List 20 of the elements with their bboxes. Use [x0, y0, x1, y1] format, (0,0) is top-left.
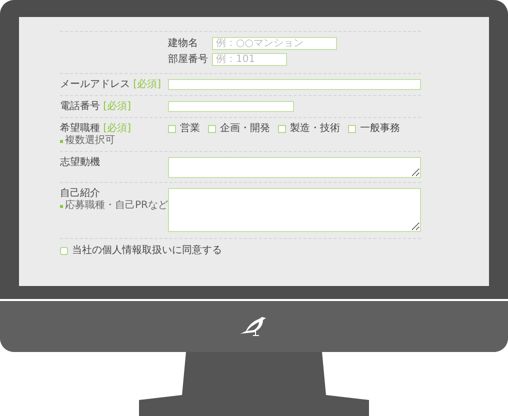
- field-note: 複数選択可: [60, 135, 168, 147]
- field-label: 部屋番号: [168, 54, 209, 66]
- field-label: 志望動機: [60, 157, 101, 169]
- text-field[interactable]: 例：○○マンション: [212, 37, 337, 50]
- field-label: 電話番号 [必須]: [60, 101, 132, 113]
- checkbox-option[interactable]: 製造・技術: [278, 123, 340, 135]
- text-area[interactable]: [168, 157, 421, 178]
- text-field[interactable]: [168, 101, 294, 112]
- text-field[interactable]: [168, 79, 421, 90]
- field-label: メールアドレス [必須]: [60, 79, 162, 91]
- checkbox-option[interactable]: 企画・開発: [208, 123, 270, 135]
- field-label: 自己紹介: [60, 188, 101, 200]
- field-label: 希望職種 [必須]: [60, 123, 132, 134]
- field-note: 応募職種・自己PRなど: [60, 200, 168, 212]
- checkbox-option[interactable]: 営業: [168, 123, 200, 135]
- field-label: 建物名: [168, 38, 199, 50]
- text-area[interactable]: [168, 188, 421, 232]
- checkbox-option[interactable]: 一般事務: [348, 123, 400, 135]
- text-field[interactable]: 例：101: [212, 53, 287, 66]
- agreement-checkbox[interactable]: 当社の個人情報取扱いに同意する: [60, 245, 421, 257]
